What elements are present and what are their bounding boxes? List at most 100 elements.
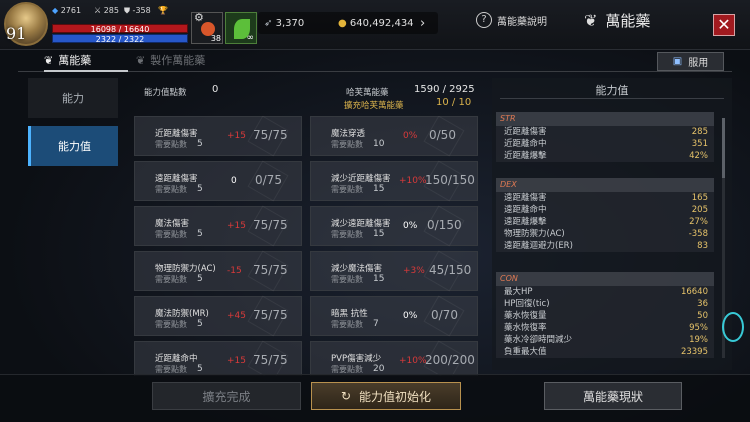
stat-3: ⛊ -358 <box>124 6 151 15</box>
stat-label: 遠距離爆擊 <box>504 217 547 227</box>
tab-craft-elixir[interactable]: ❦ 製作萬能藥 <box>136 52 205 68</box>
help-button[interactable]: ? 萬能藥說明 <box>476 12 547 28</box>
ability-card[interactable]: 減少近距離傷害 需要點數 15 +10% 150/150 <box>310 160 478 202</box>
section-header: STR <box>496 112 714 126</box>
range-label: 哈芙萬能藥 <box>346 88 389 98</box>
stat-label: 遠距離命中 <box>504 205 547 215</box>
side-item-ability[interactable]: 能力 <box>28 78 118 118</box>
ability-card[interactable]: 物理防禦力(AC) 需要點數 5 -15 75/75 <box>134 250 302 292</box>
stat-label: 物理防禦力(AC) <box>504 229 565 239</box>
ability-count: 45/150 <box>429 263 472 277</box>
ability-card[interactable]: 暗黑 抗性 需要點數 7 0% 0/70 <box>310 295 478 337</box>
ability-card[interactable]: 魔法穿透 需要點數 10 0% 0/50 <box>310 116 478 157</box>
stat-label: 負重最大值 <box>504 347 547 357</box>
ability-name: 減少魔法傷害 <box>331 264 383 274</box>
ability-bonus: +15 <box>227 221 246 231</box>
page-title-text: 萬能藥 <box>605 12 651 30</box>
ability-card[interactable]: 近距離命中 需要點數 5 +15 75/75 <box>134 340 302 376</box>
req-value: 15 <box>373 184 385 194</box>
req-value: 10 <box>373 139 385 149</box>
stat-1-value: 2761 <box>60 6 82 15</box>
tab-elixir[interactable]: ❦ 萬能藥 <box>44 52 91 68</box>
top-bar: 91 ◆ 2761 ⚔ 285 ⛊ -358 🏆 16098 / 16640 2… <box>0 0 750 50</box>
stat-row: 藥水冷卻時間減少 19% <box>496 334 714 346</box>
stat-row: 近距離傷害 285 <box>496 126 714 138</box>
stat-section-con: CON 最大HP 16640 HP回復(tic) 36 藥水恢復量 50 藥水恢復率 9… <box>496 272 714 358</box>
expand-label: 擴充哈芙萬能藥 <box>344 101 404 111</box>
stat-label: 遠距離傷害 <box>504 193 547 203</box>
req-value: 7 <box>373 319 379 329</box>
feather-icon: ➶ <box>264 18 273 29</box>
req-label: 需要點數 <box>155 140 187 149</box>
character-level: 91 <box>6 24 27 43</box>
ability-name: 近距離命中 <box>155 354 198 364</box>
ability-count: 0/70 <box>431 308 458 322</box>
ability-card[interactable]: 魔法防禦(MR) 需要點數 5 +45 75/75 <box>134 295 302 337</box>
ability-bonus: +10% <box>399 356 427 366</box>
stat-value: 42% <box>689 151 708 161</box>
req-value: 5 <box>197 139 203 149</box>
elixir-icon: ❦ <box>584 11 598 30</box>
mp-text: 2322 / 2322 <box>95 35 145 44</box>
ability-count: 75/75 <box>253 218 288 232</box>
stat-row: 物理防禦力(AC) -358 <box>496 228 714 240</box>
ability-card[interactable]: 遠距離傷害 需要點數 5 0 0/75 <box>134 160 302 202</box>
req-value: 5 <box>197 319 203 329</box>
chevron-right-icon[interactable]: › <box>420 14 425 34</box>
close-button[interactable]: ✕ <box>713 14 735 36</box>
ability-name: PVP傷害減少 <box>331 354 382 364</box>
ability-count: 75/75 <box>253 308 288 322</box>
stat-value: 205 <box>691 205 708 215</box>
elixir-status-label: 萬能藥現狀 <box>582 389 643 404</box>
ability-card[interactable]: 減少遠距離傷害 需要點數 15 0% 0/150 <box>310 205 478 247</box>
ability-card[interactable]: PVP傷害減少 需要點數 20 +10% 200/200 <box>310 340 478 376</box>
use-button[interactable]: ▣ 服用 <box>657 52 724 71</box>
expand-complete-button[interactable]: 擴充完成 <box>152 382 301 410</box>
ability-count: 0/150 <box>427 218 462 232</box>
expand-complete-label: 擴充完成 <box>202 389 251 404</box>
stats-panel: 能力值 STR 近距離傷害 285 近距離命中 351 近距離爆擊 42% DEX 遠… <box>492 78 732 370</box>
req-value: 5 <box>197 229 203 239</box>
infinity-icon: ∞ <box>246 33 255 43</box>
stat-value: 95% <box>689 323 708 333</box>
ability-card[interactable]: 近距離傷害 需要點數 5 +15 75/75 <box>134 116 302 157</box>
elixir-status-button[interactable]: 萬能藥現狀 <box>544 382 682 410</box>
ability-card[interactable]: 減少魔法傷害 需要點數 15 +3% 45/150 <box>310 250 478 292</box>
stat-section-str: STR 近距離傷害 285 近距離命中 351 近距離爆擊 42% <box>496 112 714 162</box>
reset-stats-button[interactable]: ↻ 能力值初始化 <box>311 382 461 410</box>
stat-row: 遠距離迴避力(ER) 83 <box>496 240 714 252</box>
req-label: 需要點數 <box>331 320 363 329</box>
stat-label: 藥水恢復量 <box>504 311 547 321</box>
stat-value: 27% <box>689 217 708 227</box>
section-header: CON <box>496 272 714 286</box>
stat-row: 近距離爆擊 42% <box>496 150 714 162</box>
shield-icon: ⛊ <box>124 6 130 15</box>
gold-currency: ● 640,492,434 <box>338 14 414 34</box>
ability-card[interactable]: 魔法傷害 需要點數 5 +15 75/75 <box>134 205 302 247</box>
ability-bonus: +10% <box>399 176 427 186</box>
stat-row: 遠距離傷害 165 <box>496 192 714 204</box>
tab-craft-label: 製作萬能藥 <box>150 54 206 67</box>
range-value: 1590 / 2925 <box>414 84 475 95</box>
stat-label: 近距離傷害 <box>504 127 547 137</box>
side-item-ability-value[interactable]: 能力值 <box>28 126 118 166</box>
section-header: DEX <box>496 178 714 192</box>
question-icon: ? <box>476 12 492 28</box>
gear-icon: ⚙ <box>194 11 204 24</box>
trophy-icon: 🏆 <box>158 6 168 15</box>
page-title: ❦ 萬能藥 <box>584 10 650 31</box>
ability-count: 75/75 <box>253 128 288 142</box>
req-label: 需要點數 <box>331 230 363 239</box>
potion-slot[interactable]: ⚙ 38 <box>191 11 223 44</box>
hp-bar: 16098 / 16640 <box>52 24 188 34</box>
ability-count: 200/200 <box>425 353 475 367</box>
stats-scrollbar-thumb[interactable] <box>722 118 725 178</box>
mascot-icon[interactable] <box>722 312 744 342</box>
gold-amount: 640,492,434 <box>349 18 414 29</box>
reset-icon: ↻ <box>340 389 352 403</box>
ability-name: 魔法穿透 <box>331 129 366 139</box>
buff-slot[interactable]: ∞ <box>225 12 257 44</box>
req-label: 需要點數 <box>331 140 363 149</box>
stat-row: 最大HP 16640 <box>496 286 714 298</box>
ability-name: 魔法防禦(MR) <box>155 309 209 319</box>
